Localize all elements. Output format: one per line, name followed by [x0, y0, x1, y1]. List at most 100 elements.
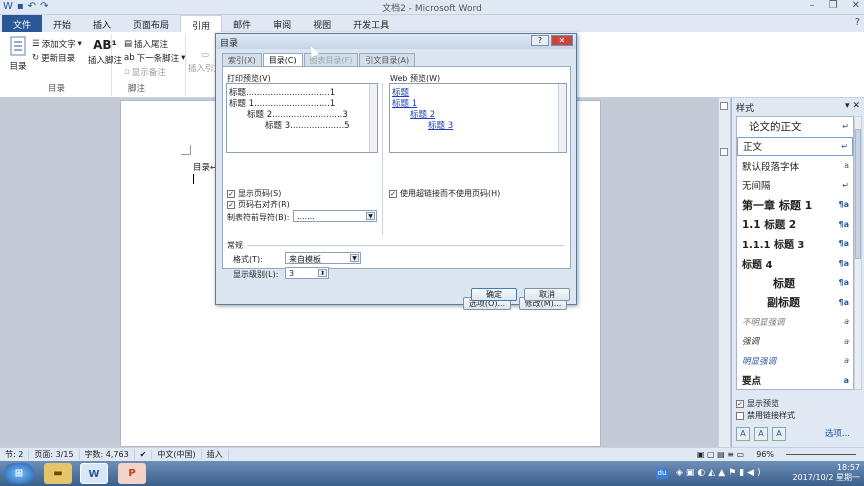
style-item-label: 强调 — [742, 337, 760, 348]
style-item[interactable]: 不明显强调 a — [737, 312, 853, 332]
powerpoint-icon[interactable]: P — [118, 463, 146, 484]
tab-page-layout[interactable]: 页面布局 — [122, 15, 180, 32]
ok-button[interactable]: 确定 — [471, 288, 517, 301]
status-mode[interactable]: 插入 — [202, 449, 229, 460]
style-item[interactable]: 标题 4 ¶a — [737, 254, 853, 274]
styles-pane-header: 样式 ▾ ✕ — [732, 98, 864, 114]
show-notes-button[interactable]: ▫ 显示备注 — [124, 66, 166, 78]
style-item[interactable]: 要点 a — [737, 371, 853, 391]
style-item[interactable]: 副标题 ¶a — [737, 293, 853, 313]
tab-leader-select[interactable]: ....... ▼ — [293, 210, 377, 222]
new-style-icon[interactable]: A — [736, 427, 750, 441]
tab-home[interactable]: 开始 — [42, 15, 82, 32]
format-select[interactable]: 来自模板 ▼ — [285, 252, 361, 264]
web-preview-scrollbar[interactable] — [558, 84, 566, 152]
style-item[interactable]: 正文 ↵ — [737, 136, 853, 156]
tab-file[interactable]: 文件 — [2, 15, 43, 32]
tab-toc[interactable]: 目录(C) — [262, 53, 303, 67]
style-item[interactable]: 明显强调 a — [737, 351, 853, 371]
manage-styles-icon[interactable]: A — [772, 427, 786, 441]
insert-endnote-button[interactable]: ▤ 插入尾注 — [124, 38, 168, 50]
style-item[interactable]: 1.1.1 标题 3 ¶a — [737, 234, 853, 254]
tab-insert[interactable]: 插入 — [82, 15, 122, 32]
levels-spinner[interactable]: 3 ⬍ — [285, 267, 329, 279]
word-taskbar-icon[interactable]: W — [80, 463, 108, 484]
start-button-icon[interactable]: ⊞ — [4, 463, 34, 484]
style-item[interactable]: 标题 ¶a — [737, 273, 853, 293]
add-text-button[interactable]: ☰ 添加文字 ▾ — [32, 38, 82, 50]
status-page[interactable]: 页面: 3/15 — [29, 449, 80, 460]
tab-review[interactable]: 审阅 — [262, 15, 302, 32]
tab-table-of-authorities[interactable]: 引文目录(A) — [359, 53, 416, 66]
style-item[interactable]: 1.1 标题 2 ¶a — [737, 215, 853, 235]
endnote-icon: ▤ — [124, 39, 133, 49]
print-preview-box[interactable]: 标题...............................1 标题 1.… — [226, 83, 378, 153]
show-page-numbers-checkbox[interactable]: ✓ 显示页码(S) — [227, 188, 281, 199]
style-type-icon: ↵ — [842, 180, 849, 190]
web-layout-icon[interactable]: ▤ — [717, 450, 725, 459]
status-language[interactable]: 中文(中国) — [152, 449, 202, 460]
status-section[interactable]: 节: 2 — [0, 449, 30, 460]
print-layout-icon[interactable]: ▣ — [697, 450, 705, 459]
cancel-button[interactable]: 取消 — [524, 288, 570, 301]
style-item[interactable]: 第一章 标题 1 ¶a — [737, 195, 853, 215]
status-bar: 节: 2 页面: 3/15 字数: 4,763 ✔ 中文(中国) 插入 ▣ ▢ … — [0, 447, 864, 461]
next-footnote-icon: ab — [124, 53, 135, 63]
style-item[interactable]: 论文的正文 ↵ — [737, 117, 853, 137]
insert-footnote-button[interactable]: AB¹ 插入脚注 — [88, 38, 122, 66]
styles-scrollbar-thumb[interactable] — [855, 129, 861, 259]
styles-pane-title: 样式 — [736, 104, 755, 114]
minimize-icon[interactable]: – — [810, 0, 815, 11]
web-preview-link[interactable]: 标题 3 — [428, 119, 453, 131]
pane-dropdown-icon[interactable]: ▾ — [845, 101, 850, 111]
right-align-checkbox[interactable]: ✓ 页码右对齐(R) — [227, 199, 290, 210]
tray-clock[interactable]: 18:57 2017/10/2 星期一 — [792, 463, 860, 483]
close-icon[interactable]: ✕ — [852, 0, 860, 11]
full-screen-icon[interactable]: ▢ — [707, 450, 715, 459]
update-toc-button[interactable]: ↻ 更新目录 — [32, 52, 75, 64]
tab-references[interactable]: 引用 — [180, 15, 223, 32]
restore-icon[interactable]: ❐ — [829, 0, 838, 11]
tab-index[interactable]: 索引(X) — [222, 53, 262, 66]
tab-developer[interactable]: 开发工具 — [342, 15, 400, 32]
show-preview-checkbox[interactable]: ✓ 显示预览 — [736, 398, 779, 409]
taskbar: ⊞ ▬ W P du ◈▣◐◭▲⚑▮◀) 18:57 2017/10/2 星期一 — [0, 461, 864, 486]
dialog-close-icon[interactable]: ✕ — [551, 35, 573, 46]
ruler-marker-icon[interactable] — [720, 148, 728, 156]
help-icon[interactable]: ? — [855, 17, 860, 28]
style-inspector-icon[interactable]: A — [754, 427, 768, 441]
ruler-toggle-icon[interactable] — [720, 102, 728, 110]
pane-close-icon[interactable]: ✕ — [852, 101, 860, 111]
disable-linked-styles-checkbox[interactable]: 禁用链接样式 — [736, 410, 795, 421]
ime-icon[interactable]: du — [656, 468, 668, 479]
preview-divider — [382, 83, 383, 235]
zoom-slider[interactable] — [786, 454, 856, 455]
styles-options-link[interactable]: 选项... — [825, 427, 850, 439]
status-proofing-icon[interactable]: ✔ — [135, 450, 153, 459]
style-type-icon: a — [844, 317, 849, 327]
spinner-icon[interactable]: ⬍ — [318, 269, 327, 277]
style-item-label: 明显强调 — [742, 356, 777, 367]
tab-leader-label: 制表符前导符(B): — [227, 213, 290, 222]
explorer-icon[interactable]: ▬ — [44, 463, 72, 484]
style-item[interactable]: 强调 a — [737, 332, 853, 352]
tab-mailings[interactable]: 邮件 — [222, 15, 262, 32]
use-hyperlinks-checkbox[interactable]: ✓ 使用超链接而不使用页码(H) — [389, 188, 500, 199]
tray-icons[interactable]: ◈▣◐◭▲⚑▮◀) — [676, 468, 764, 478]
outline-icon[interactable]: ≡ — [727, 450, 734, 459]
style-item-label: 要点 — [742, 376, 762, 388]
print-preview-scrollbar[interactable] — [369, 84, 377, 152]
tray-time: 18:57 — [836, 463, 860, 472]
draft-icon[interactable]: ▭ — [736, 450, 744, 459]
style-item[interactable]: 默认段落字体 a — [737, 156, 853, 176]
next-footnote-button[interactable]: ab 下一条脚注 ▾ — [124, 52, 185, 64]
style-type-icon: ↵ — [841, 141, 848, 151]
tab-view[interactable]: 视图 — [302, 15, 342, 32]
styles-scrollbar[interactable] — [854, 116, 862, 390]
status-words[interactable]: 字数: 4,763 — [80, 449, 135, 460]
toc-button[interactable]: 目录 — [6, 36, 30, 72]
zoom-level[interactable]: 96% — [756, 450, 774, 459]
web-preview-box[interactable]: 标题 标题 1 标题 2 标题 3 — [389, 83, 567, 153]
dialog-help-button[interactable]: ? — [531, 35, 549, 46]
style-item[interactable]: 无间隔 ↵ — [737, 176, 853, 196]
